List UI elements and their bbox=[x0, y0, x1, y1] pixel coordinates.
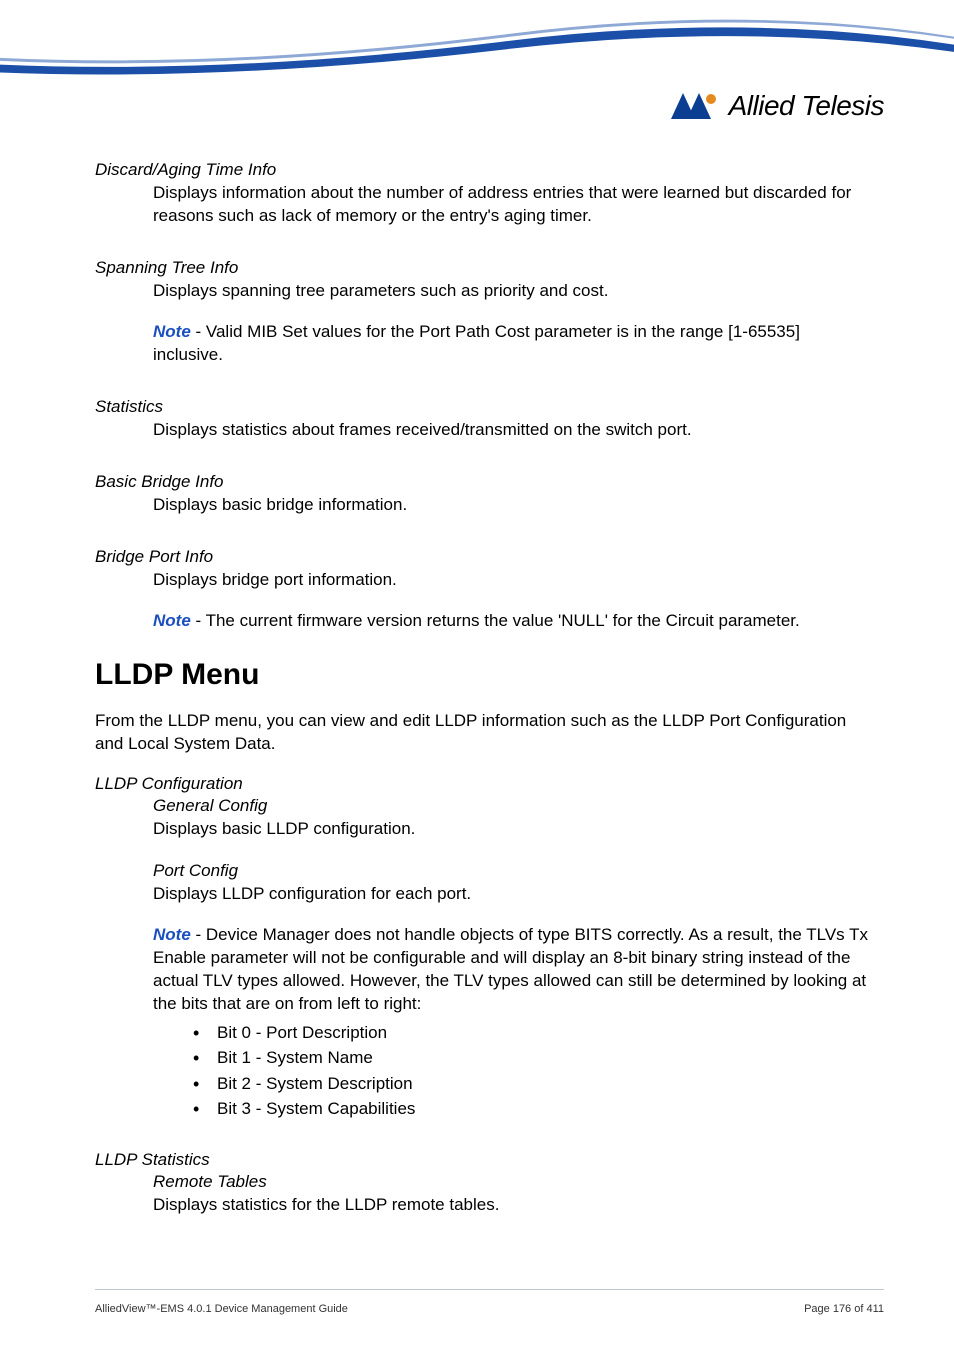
note-label: Note bbox=[153, 611, 191, 630]
sub-body-remote-tables: Displays statistics for the LLDP remote … bbox=[153, 1194, 870, 1217]
footer-right: Page 176 of 411 bbox=[804, 1303, 884, 1315]
brand-logo: Allied Telesis bbox=[671, 90, 884, 122]
header-swoosh bbox=[0, 0, 954, 150]
section-title-basic-bridge: Basic Bridge Info bbox=[95, 472, 870, 492]
note-text: - Device Manager does not handle objects… bbox=[153, 925, 868, 1013]
sub-body-general-config: Displays basic LLDP configuration. bbox=[153, 818, 870, 841]
list-item: Bit 3 - System Capabilities bbox=[193, 1096, 870, 1122]
sub-title-general-config: General Config bbox=[153, 796, 870, 816]
sub-body-port-config: Displays LLDP configuration for each por… bbox=[153, 883, 870, 906]
list-item: Bit 2 - System Description bbox=[193, 1071, 870, 1097]
section-title-discard: Discard/Aging Time Info bbox=[95, 160, 870, 180]
list-item: Bit 1 - System Name bbox=[193, 1045, 870, 1071]
logo-triangle-icon bbox=[671, 91, 719, 121]
note-label: Note bbox=[153, 925, 191, 944]
lldp-bits-list: Bit 0 - Port Description Bit 1 - System … bbox=[153, 1020, 870, 1122]
section-body-discard: Displays information about the number of… bbox=[153, 182, 870, 228]
section-body-spanning: Displays spanning tree parameters such a… bbox=[153, 280, 870, 303]
note-text: - Valid MIB Set values for the Port Path… bbox=[153, 322, 800, 364]
brand-name: Allied Telesis bbox=[729, 90, 884, 122]
note-label: Note bbox=[153, 322, 191, 341]
note-text: - The current firmware version returns t… bbox=[191, 611, 800, 630]
footer-left: AlliedView™-EMS 4.0.1 Device Management … bbox=[95, 1303, 348, 1315]
heading-lldp-menu: LLDP Menu bbox=[95, 658, 870, 692]
section-body-basic-bridge: Displays basic bridge information. bbox=[153, 494, 870, 517]
lldp-intro: From the LLDP menu, you can view and edi… bbox=[95, 710, 870, 756]
sub-title-port-config: Port Config bbox=[153, 861, 870, 881]
lldp-config-note: Note - Device Manager does not handle ob… bbox=[153, 924, 870, 1016]
section-body-bridge-port: Displays bridge port information. bbox=[153, 569, 870, 592]
section-note-bridge-port: Note - The current firmware version retu… bbox=[153, 610, 870, 633]
list-item: Bit 0 - Port Description bbox=[193, 1020, 870, 1046]
footer-separator bbox=[95, 1289, 884, 1290]
section-title-statistics: Statistics bbox=[95, 397, 870, 417]
section-title-spanning: Spanning Tree Info bbox=[95, 258, 870, 278]
section-title-lldp-config: LLDP Configuration bbox=[95, 774, 870, 794]
section-title-lldp-stats: LLDP Statistics bbox=[95, 1150, 870, 1170]
section-body-statistics: Displays statistics about frames receive… bbox=[153, 419, 870, 442]
sub-title-remote-tables: Remote Tables bbox=[153, 1172, 870, 1192]
section-title-bridge-port: Bridge Port Info bbox=[95, 547, 870, 567]
section-note-spanning: Note - Valid MIB Set values for the Port… bbox=[153, 321, 870, 367]
